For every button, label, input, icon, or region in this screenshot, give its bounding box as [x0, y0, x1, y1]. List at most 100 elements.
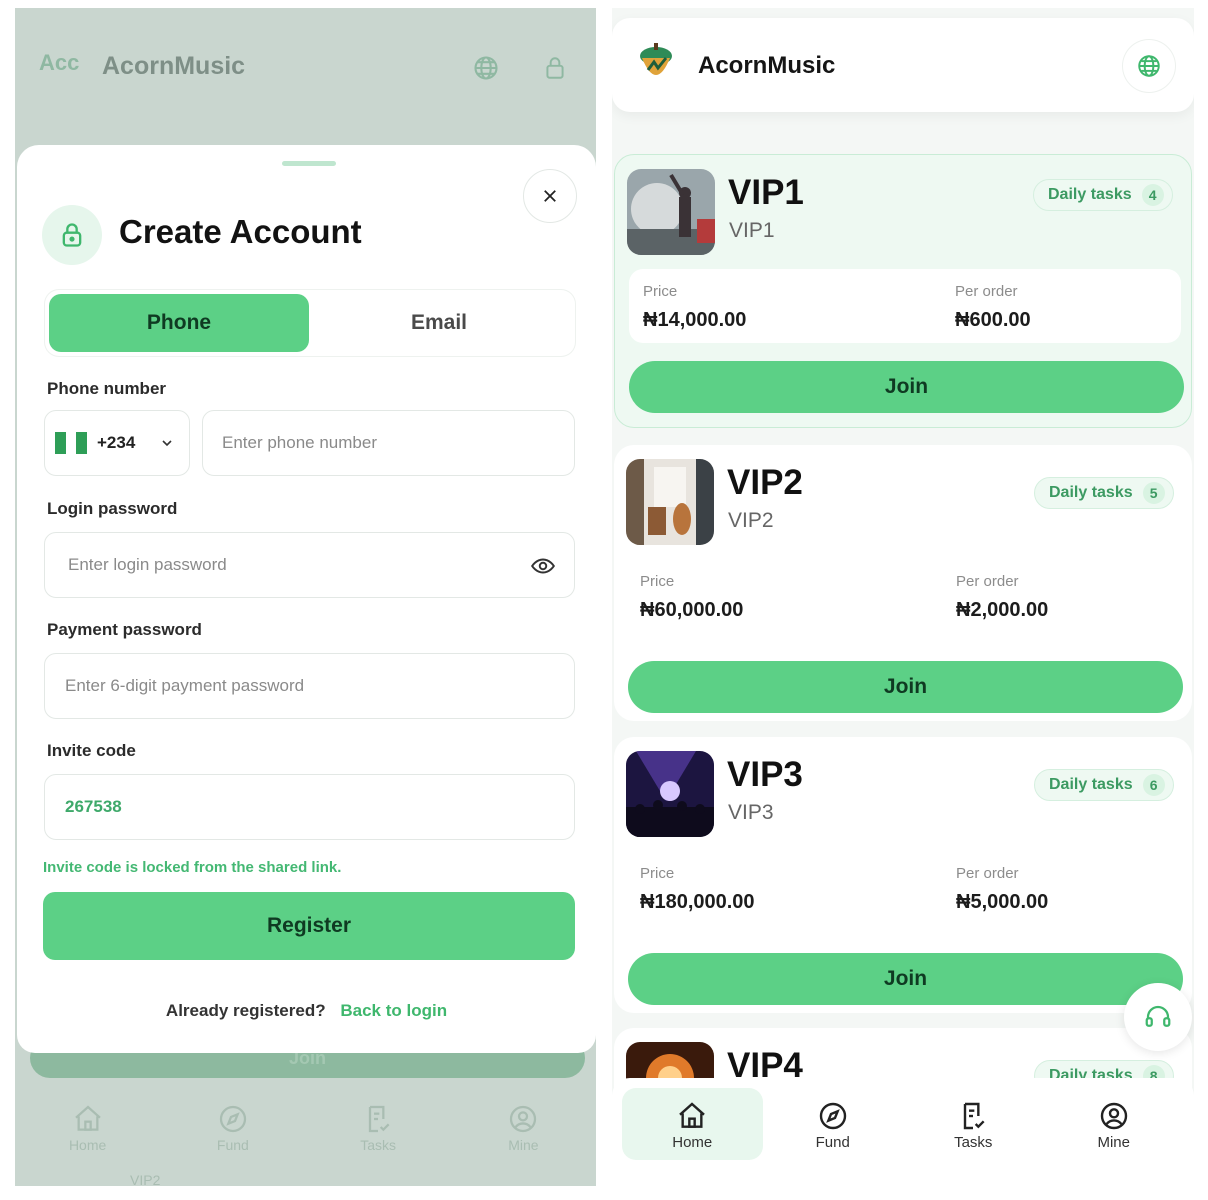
- drag-handle[interactable]: [282, 161, 336, 166]
- background-header: Acc AcornMusic: [15, 8, 596, 143]
- compass-icon: [819, 1102, 846, 1130]
- background-nav-label: Tasks: [360, 1137, 397, 1153]
- vip-name: VIP2: [727, 463, 803, 502]
- vip3-thumbnail: [626, 751, 714, 837]
- tasks-icon: [964, 1102, 985, 1130]
- per-order-label: Per order: [956, 573, 1019, 590]
- modal-title: Create Account: [119, 213, 362, 250]
- register-screen: Acc AcornMusic Join Home Fund Tasks Mine…: [15, 8, 596, 1186]
- nav-fund[interactable]: Fund: [763, 1088, 904, 1160]
- daily-tasks-label: Daily tasks: [1049, 776, 1133, 793]
- create-account-modal: Create Account Phone Email Phone number …: [17, 145, 596, 1053]
- background-footer-text: VIP2: [130, 1172, 161, 1186]
- back-to-login-link[interactable]: Back to login: [340, 1001, 447, 1020]
- background-nav-label: Mine: [508, 1137, 539, 1153]
- nav-home[interactable]: Home: [622, 1088, 763, 1160]
- per-order-value: ₦2,000.00: [956, 599, 1049, 621]
- price-value: ₦14,000.00: [643, 309, 747, 331]
- per-order-label: Per order: [955, 283, 1018, 300]
- vip-subtitle: VIP1: [729, 219, 775, 242]
- nav-label: Mine: [1097, 1134, 1130, 1151]
- login-prompt: Already registered? Back to login: [17, 1001, 596, 1021]
- vip2-thumbnail: [626, 459, 714, 545]
- home-icon: [74, 1105, 101, 1131]
- close-button[interactable]: [523, 169, 577, 223]
- lock-icon: [542, 54, 570, 82]
- vip-subtitle: VIP3: [728, 801, 774, 824]
- nav-tasks[interactable]: Tasks: [903, 1088, 1044, 1160]
- invite-code-note: Invite code is locked from the shared li…: [43, 859, 342, 876]
- join-button[interactable]: Join: [629, 361, 1184, 413]
- daily-tasks-count: 4: [1141, 184, 1164, 206]
- price-value: ₦180,000.00: [640, 891, 755, 913]
- eye-icon[interactable]: [530, 553, 556, 579]
- nav-mine[interactable]: Mine: [1044, 1088, 1185, 1160]
- daily-tasks-count: 6: [1142, 774, 1165, 796]
- globe-icon: [1138, 55, 1160, 77]
- vip1-thumbnail: [627, 169, 715, 255]
- nav-label: Tasks: [954, 1134, 993, 1151]
- join-button[interactable]: Join: [628, 661, 1183, 713]
- background-nav-tasks: Tasks: [306, 1093, 451, 1173]
- daily-tasks-label: Daily tasks: [1048, 186, 1132, 203]
- vip-card: VIP3 VIP3 Daily tasks 6 Price ₦180,000.0…: [614, 737, 1192, 1013]
- invite-code-label: Invite code: [47, 741, 136, 760]
- customer-support-button[interactable]: [1124, 983, 1192, 1051]
- background-nav-label: Home: [68, 1137, 107, 1153]
- country-code-select[interactable]: +234: [44, 410, 190, 476]
- nav-label: Home: [672, 1134, 713, 1151]
- invite-code-input[interactable]: 267538: [44, 774, 575, 840]
- compass-icon: [219, 1105, 247, 1133]
- lock-badge: [42, 205, 102, 265]
- background-logo: Acc: [39, 50, 80, 75]
- payment-password-placeholder: Enter 6-digit payment password: [65, 676, 305, 695]
- register-button[interactable]: Register: [43, 892, 575, 960]
- price-box: Price ₦14,000.00 Per order ₦600.00: [629, 269, 1181, 343]
- chevron-down-icon: [162, 440, 172, 447]
- price-label: Price: [643, 283, 678, 300]
- per-order-value: ₦600.00: [955, 309, 1031, 331]
- already-registered-text: Already registered?: [165, 1001, 326, 1020]
- phone-number-input[interactable]: Enter phone number: [202, 410, 575, 476]
- price-box: Price ₦60,000.00 Per order ₦2,000.00: [628, 559, 1180, 633]
- vip-card: VIP2 VIP2 Daily tasks 5 Price ₦60,000.00…: [614, 445, 1192, 721]
- phone-number-label: Phone number: [47, 379, 167, 398]
- invite-code-value: 267538: [65, 797, 122, 816]
- join-button[interactable]: Join: [628, 953, 1183, 1005]
- login-password-input[interactable]: Enter login password: [44, 532, 575, 598]
- tab-email[interactable]: Email: [309, 294, 569, 352]
- payment-password-label: Payment password: [47, 620, 202, 639]
- app-title: AcornMusic: [698, 52, 836, 79]
- background-nav-mine: Mine: [451, 1093, 596, 1173]
- price-label: Price: [640, 573, 675, 590]
- background-nav-label: Fund: [216, 1137, 249, 1153]
- price-value: ₦60,000.00: [640, 599, 744, 621]
- login-password-label: Login password: [47, 499, 178, 518]
- per-order-label: Per order: [956, 865, 1019, 882]
- background-nav-fund: Fund: [160, 1093, 305, 1173]
- phone-number-placeholder: Enter phone number: [222, 433, 377, 452]
- price-box: Price ₦180,000.00 Per order ₦5,000.00: [628, 851, 1180, 925]
- vip-subtitle: VIP2: [728, 509, 774, 532]
- daily-tasks-badge: Daily tasks 5: [1034, 477, 1174, 509]
- background-bottom-nav: Home Fund Tasks Mine: [15, 1093, 596, 1173]
- signup-method-tabs: Phone Email: [45, 290, 575, 356]
- per-order-value: ₦5,000.00: [956, 891, 1049, 913]
- background-app-title: AcornMusic: [102, 52, 246, 80]
- lock-icon: [62, 223, 82, 247]
- user-circle-icon: [1100, 1102, 1127, 1130]
- home-icon: [679, 1102, 706, 1128]
- background-nav-home: Home: [15, 1093, 160, 1173]
- vip-name: VIP1: [728, 173, 804, 212]
- price-label: Price: [640, 865, 675, 882]
- close-icon: [544, 190, 556, 202]
- vip-card: VIP1 VIP1 Daily tasks 4 Price ₦14,000.00…: [614, 154, 1192, 428]
- app-header: AcornMusic: [612, 18, 1194, 112]
- payment-password-input[interactable]: Enter 6-digit payment password: [44, 653, 575, 719]
- daily-tasks-badge: Daily tasks 4: [1033, 179, 1173, 211]
- vip-name: VIP3: [727, 755, 803, 794]
- language-button[interactable]: [1123, 40, 1175, 92]
- headset-icon: [1145, 1005, 1171, 1027]
- tab-phone[interactable]: Phone: [49, 294, 309, 352]
- vip-list-screen: AcornMusic VIP1 VIP1 Daily tasks 4 Price…: [612, 8, 1194, 1186]
